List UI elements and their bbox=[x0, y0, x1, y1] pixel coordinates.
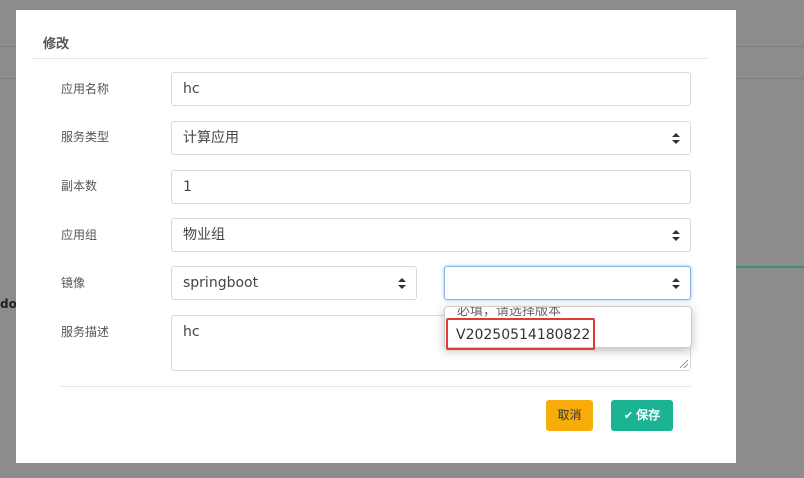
replicas-label: 副本数 bbox=[61, 179, 98, 193]
background-divider bbox=[0, 46, 16, 47]
select-caret-icon bbox=[672, 278, 680, 290]
background-accent-line bbox=[736, 266, 804, 268]
title-divider bbox=[32, 58, 708, 59]
select-caret-icon bbox=[398, 278, 406, 290]
app-name-input[interactable]: hc bbox=[171, 72, 691, 106]
replicas-input[interactable]: 1 bbox=[171, 170, 691, 204]
app-group-select[interactable]: 物业组 bbox=[171, 218, 691, 252]
background-divider bbox=[736, 78, 804, 79]
description-label: 服务描述 bbox=[61, 325, 110, 339]
cancel-button[interactable]: 取消 bbox=[546, 400, 593, 431]
background-divider bbox=[736, 46, 804, 47]
save-button-label: 保存 bbox=[636, 408, 661, 422]
service-type-label: 服务类型 bbox=[61, 130, 110, 144]
description-value: hc bbox=[183, 324, 200, 340]
resize-grip-icon[interactable] bbox=[680, 360, 688, 368]
app-group-value: 物业组 bbox=[183, 227, 225, 243]
service-type-select[interactable]: 计算应用 bbox=[171, 121, 691, 155]
check-icon: ✔ bbox=[623, 409, 634, 422]
footer-divider bbox=[60, 386, 691, 387]
image-label: 镜像 bbox=[61, 276, 86, 290]
app-name-label: 应用名称 bbox=[61, 82, 110, 96]
app-group-label: 应用组 bbox=[61, 228, 98, 242]
image-value: springboot bbox=[183, 275, 259, 291]
select-caret-icon bbox=[672, 230, 680, 242]
edit-modal: 修改 应用名称 hc 服务类型 计算应用 副本数 1 应用组 物业组 镜像 sp… bbox=[16, 10, 736, 463]
image-select[interactable]: springboot bbox=[171, 266, 417, 300]
background-divider bbox=[0, 78, 16, 79]
highlight-annotation-box bbox=[446, 318, 595, 350]
modal-title: 修改 bbox=[43, 37, 70, 52]
select-caret-icon bbox=[672, 133, 680, 145]
save-button[interactable]: ✔ 保存 bbox=[611, 400, 673, 431]
image-version-select[interactable] bbox=[444, 266, 691, 300]
service-type-value: 计算应用 bbox=[183, 130, 239, 146]
background-text: do bbox=[0, 297, 17, 311]
